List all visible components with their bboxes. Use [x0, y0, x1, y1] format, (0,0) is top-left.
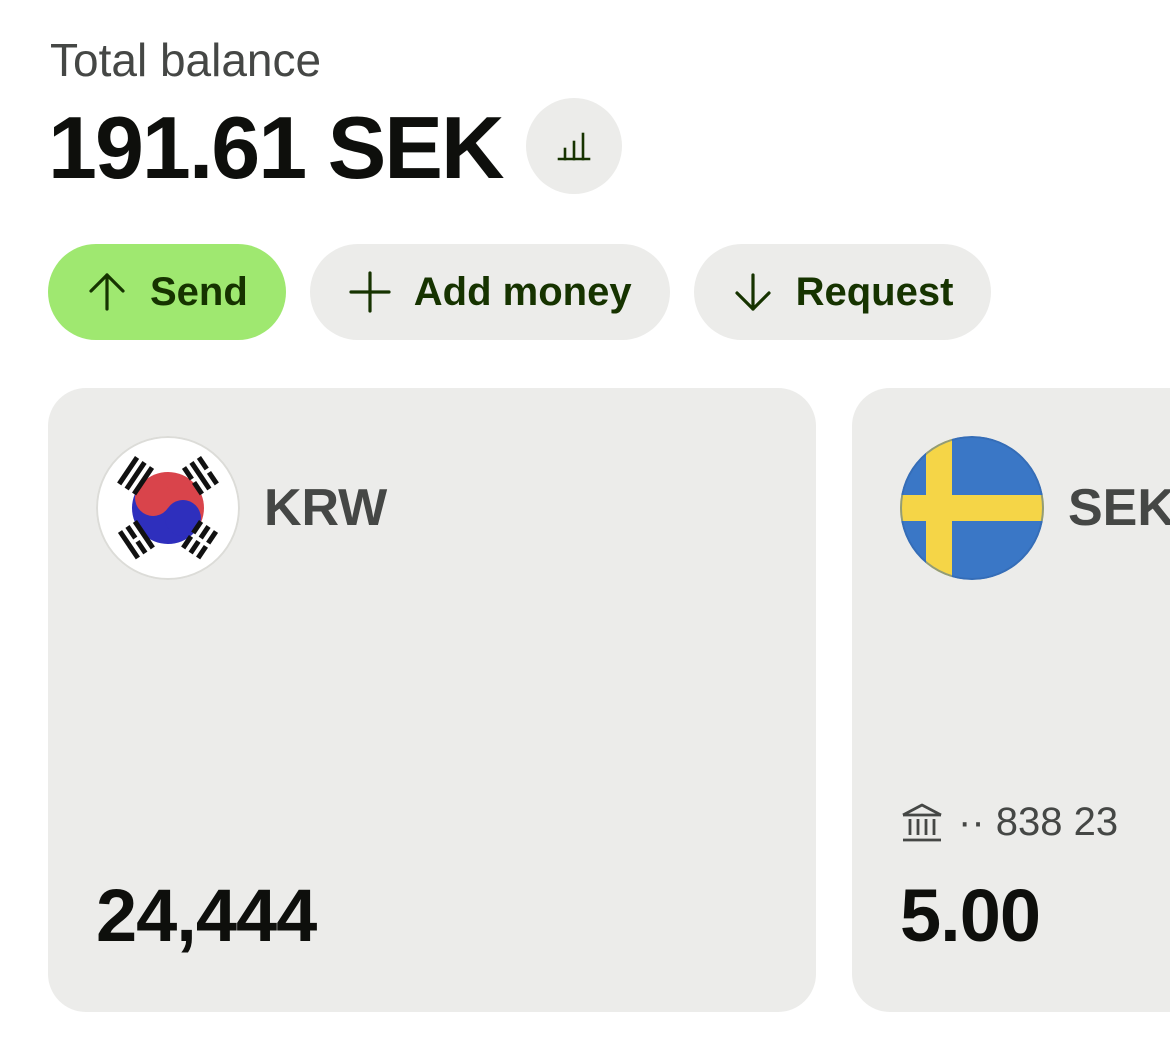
- arrow-down-icon: [734, 273, 771, 311]
- action-buttons: Send Add money Request: [48, 244, 992, 340]
- bank-icon: [902, 803, 942, 841]
- krw-balance: 24,444: [96, 874, 317, 957]
- send-button-label: Send: [150, 269, 248, 314]
- total-balance-amount: 191.61 SEK: [48, 98, 505, 197]
- plus-icon: [349, 271, 391, 313]
- add-money-button-label: Add money: [413, 269, 632, 314]
- arrow-up-icon: [89, 273, 125, 311]
- balances-screen: Total balance 191.61 SEK Send Add money …: [0, 0, 1170, 1064]
- request-button-label: Request: [795, 269, 954, 314]
- sek-account-number: ·· 838 23: [900, 800, 1118, 845]
- sek-currency-code: SEK: [1068, 479, 1170, 537]
- add-money-button[interactable]: Add money: [309, 244, 670, 340]
- sweden-flag-icon: [900, 436, 1044, 580]
- sek-account-label: ·· 838 23: [958, 800, 1119, 844]
- krw-currency-code: KRW: [264, 479, 388, 537]
- south-korea-flag-icon: [96, 436, 240, 580]
- request-button[interactable]: Request: [693, 244, 992, 340]
- krw-balance-card[interactable]: KRW 24,444: [48, 388, 816, 1012]
- sek-balance: 5.00: [900, 874, 1041, 957]
- send-button[interactable]: Send: [48, 244, 286, 340]
- bar-chart-icon: [557, 132, 591, 161]
- sek-balance-card[interactable]: SEK ·· 838 23 5.00: [852, 388, 1170, 1012]
- insights-button[interactable]: [526, 98, 622, 194]
- total-balance-label: Total balance: [50, 34, 322, 86]
